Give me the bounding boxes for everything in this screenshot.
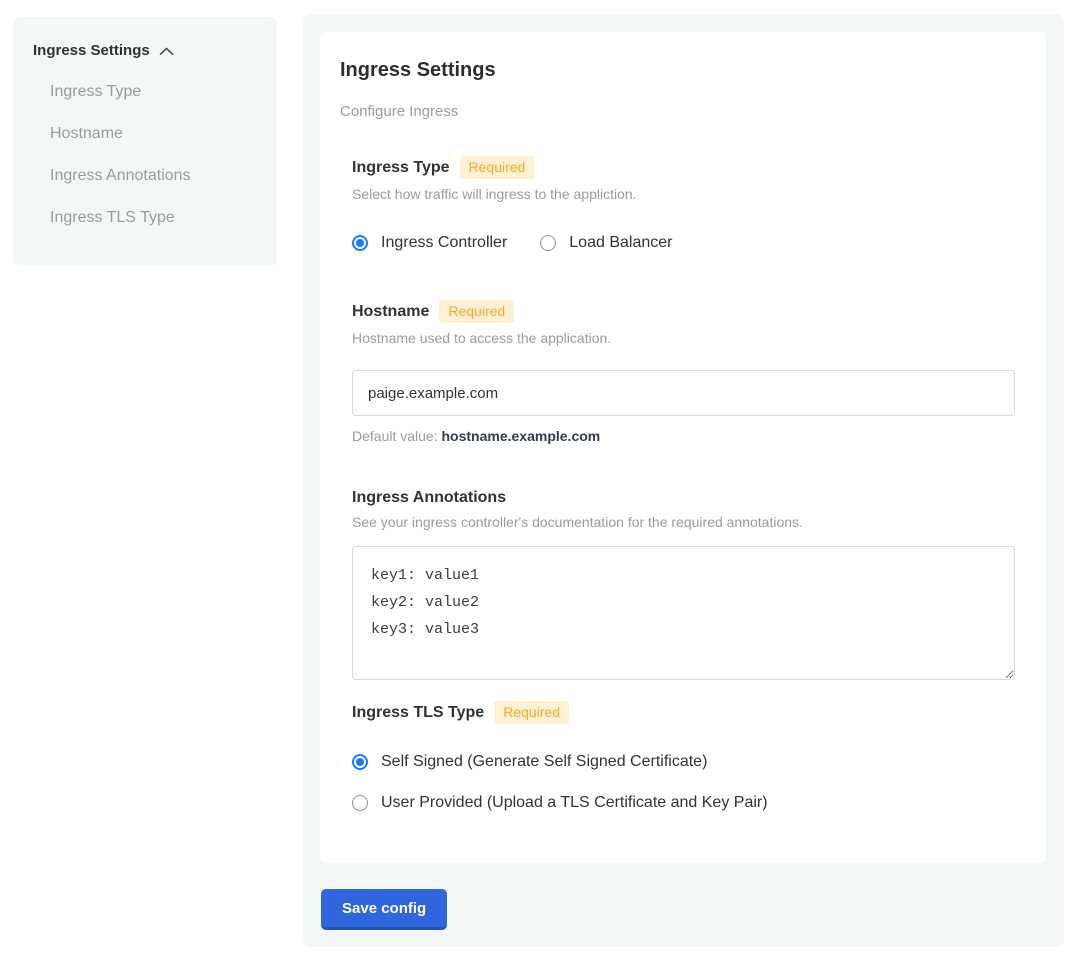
- ingress-tls-type-label: Ingress TLS Type: [352, 704, 484, 722]
- radio-label: Load Balancer: [569, 234, 672, 252]
- config-nav-sidebar: Ingress Settings Ingress Type Hostname I…: [13, 17, 277, 265]
- radio-label: Self Signed (Generate Self Signed Certif…: [381, 753, 707, 771]
- config-card: Ingress Settings Configure Ingress Ingre…: [320, 32, 1046, 863]
- sidebar-group-label: Ingress Settings: [33, 42, 150, 59]
- page-subtitle: Configure Ingress: [340, 103, 1015, 120]
- radio-label: User Provided (Upload a TLS Certificate …: [381, 794, 768, 812]
- radio-load-balancer[interactable]: Load Balancer: [540, 234, 672, 252]
- page-title: Ingress Settings: [340, 59, 1015, 82]
- radio-user-provided[interactable]: User Provided (Upload a TLS Certificate …: [352, 794, 1015, 812]
- sidebar-item-ingress-tls-type[interactable]: Ingress TLS Type: [50, 209, 257, 227]
- default-value-text: hostname.example.com: [442, 428, 601, 444]
- sidebar-item-hostname[interactable]: Hostname: [50, 125, 257, 143]
- required-badge: Required: [439, 300, 514, 323]
- radio-self-signed[interactable]: Self Signed (Generate Self Signed Certif…: [352, 753, 1015, 771]
- radio-button-icon: [352, 795, 368, 811]
- hostname-label: Hostname: [352, 303, 429, 321]
- hostname-default-line: Default value: hostname.example.com: [352, 428, 1015, 444]
- hostname-help: Hostname used to access the application.: [352, 330, 1015, 346]
- sidebar-item-list: Ingress Type Hostname Ingress Annotation…: [50, 83, 257, 227]
- ingress-type-label: Ingress Type: [352, 159, 450, 177]
- chevron-up-icon: [159, 47, 174, 56]
- ingress-type-help: Select how traffic will ingress to the a…: [352, 186, 1015, 202]
- ingress-type-radio-group: Ingress Controller Load Balancer: [352, 234, 1015, 252]
- field-group-ingress-type: Ingress Type Required Select how traffic…: [352, 156, 1015, 252]
- sidebar-item-ingress-type[interactable]: Ingress Type: [50, 83, 257, 101]
- field-group-ingress-annotations: Ingress Annotations See your ingress con…: [352, 489, 1015, 680]
- ingress-annotations-help: See your ingress controller's documentat…: [352, 514, 1015, 530]
- radio-button-icon: [540, 235, 556, 251]
- required-badge: Required: [494, 701, 569, 724]
- radio-ingress-controller[interactable]: Ingress Controller: [352, 234, 507, 252]
- radio-label: Ingress Controller: [381, 234, 507, 252]
- field-group-hostname: Hostname Required Hostname used to acces…: [352, 300, 1015, 444]
- save-config-button[interactable]: Save config: [321, 889, 447, 930]
- hostname-input[interactable]: [352, 370, 1015, 416]
- sidebar-item-ingress-annotations[interactable]: Ingress Annotations: [50, 167, 257, 185]
- required-badge: Required: [460, 156, 535, 179]
- radio-button-icon: [352, 754, 368, 770]
- ingress-annotations-textarea[interactable]: key1: value1 key2: value2 key3: value3: [352, 546, 1015, 680]
- default-value-prefix: Default value:: [352, 428, 438, 444]
- field-group-ingress-tls-type: Ingress TLS Type Required Self Signed (G…: [352, 701, 1015, 812]
- radio-button-icon: [352, 235, 368, 251]
- ingress-annotations-label: Ingress Annotations: [352, 489, 506, 507]
- config-panel: Ingress Settings Configure Ingress Ingre…: [303, 14, 1064, 947]
- sidebar-group-ingress-settings[interactable]: Ingress Settings: [33, 42, 257, 59]
